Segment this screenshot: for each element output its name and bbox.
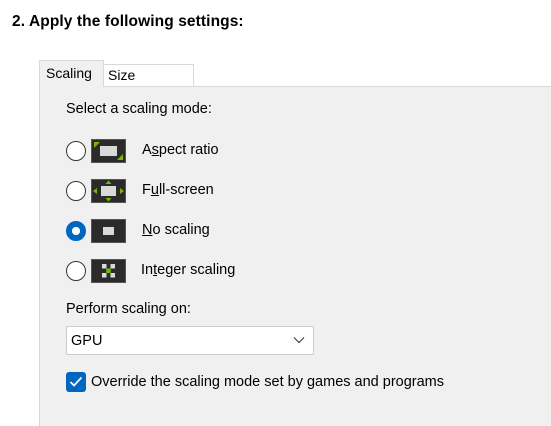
step-title: 2. Apply the following settings: xyxy=(12,13,244,30)
checkmark-icon xyxy=(69,376,83,387)
aspect-ratio-icon xyxy=(91,139,126,163)
chevron-down-icon xyxy=(293,337,305,344)
override-checkbox[interactable] xyxy=(66,372,86,392)
integer-scaling-icon xyxy=(91,259,126,283)
tab-size[interactable]: Size xyxy=(104,64,194,87)
scaling-mode-prompt: Select a scaling mode: xyxy=(66,101,212,117)
radio-button[interactable] xyxy=(66,261,86,281)
perform-scaling-label: Perform scaling on: xyxy=(66,301,191,317)
integer-scaling-label: Integer scaling xyxy=(141,262,236,278)
perform-scaling-value: GPU xyxy=(71,333,103,349)
no-scaling-label: No scaling xyxy=(142,222,210,238)
full-screen-icon xyxy=(91,179,126,203)
override-label: Override the scaling mode set by games a… xyxy=(91,374,445,390)
tab-scaling[interactable]: Scaling xyxy=(39,60,104,87)
radio-button-selected[interactable] xyxy=(66,221,86,241)
full-screen-label: Full-screen xyxy=(142,182,214,198)
no-scaling-icon xyxy=(91,219,126,243)
scaling-panel: Select a scaling mode: Aspect ratio Full… xyxy=(39,86,551,426)
radio-button[interactable] xyxy=(66,141,86,161)
perform-scaling-select[interactable]: GPU xyxy=(66,326,314,355)
radio-button[interactable] xyxy=(66,181,86,201)
aspect-ratio-label: Aspect ratio xyxy=(142,142,219,158)
